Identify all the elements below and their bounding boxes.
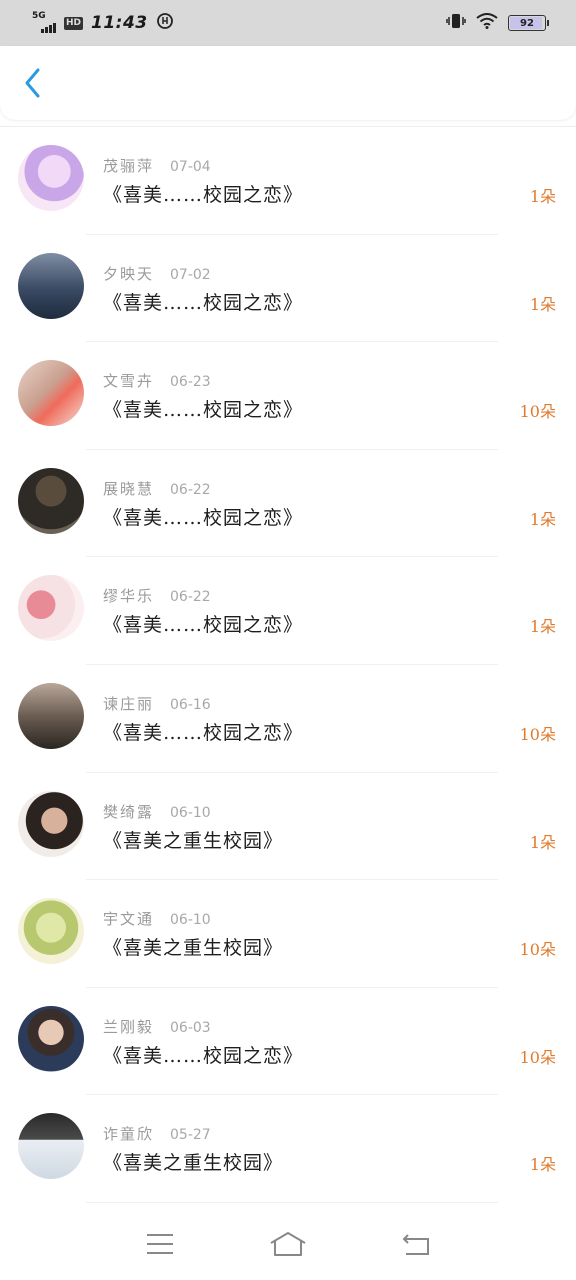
avatar[interactable] <box>18 360 84 427</box>
return-icon <box>402 1234 429 1255</box>
divider <box>86 1201 498 1203</box>
avatar[interactable] <box>18 467 84 534</box>
list-item[interactable]: 兰刚毅 06-03 《喜美……校园之恋》 10朵 <box>0 988 576 1096</box>
cellular-signal-icon: 5G <box>32 11 56 33</box>
list-item[interactable]: 谏庄丽 06-16 《喜美……校园之恋》 10朵 <box>0 665 576 773</box>
menu-button[interactable] <box>135 1224 185 1264</box>
book-title[interactable]: 《喜美……校园之恋》 <box>103 288 303 315</box>
book-title[interactable]: 《喜美之重生校园》 <box>103 826 283 853</box>
battery-icon: 92 <box>508 15 549 31</box>
avatar[interactable] <box>18 682 84 749</box>
avatar[interactable] <box>18 1005 84 1072</box>
book-title[interactable]: 《喜美……校园之恋》 <box>103 395 303 422</box>
list-item[interactable]: 缪华乐 06-22 《喜美……校园之恋》 1朵 <box>0 557 576 665</box>
list-item[interactable]: 夕映天 07-02 《喜美……校园之恋》 1朵 <box>0 235 576 343</box>
record-date: 06-22 <box>170 481 211 498</box>
user-name: 茂骊萍 <box>103 157 155 175</box>
avatar[interactable] <box>18 145 84 211</box>
flower-count: 10朵 <box>519 940 556 960</box>
book-title[interactable]: 《喜美之重生校园》 <box>103 933 283 960</box>
vibrate-icon <box>446 13 466 33</box>
user-meta: 宇文通 06-10 <box>103 908 211 929</box>
list-item[interactable]: 宇文通 06-10 《喜美之重生校园》 10朵 <box>0 880 576 988</box>
back-button[interactable] <box>10 60 56 106</box>
network-type: 5G <box>32 11 46 21</box>
record-date: 06-16 <box>170 696 211 713</box>
user-name: 宇文通 <box>103 910 155 929</box>
book-title[interactable]: 《喜美……校园之恋》 <box>103 180 303 207</box>
user-meta: 夕映天 07-02 <box>103 263 211 284</box>
avatar[interactable] <box>18 790 84 857</box>
user-name: 诈童欣 <box>103 1125 155 1144</box>
avatar[interactable] <box>18 575 84 642</box>
record-date: 05-27 <box>170 1127 211 1144</box>
user-meta: 文雪卉 06-23 <box>103 370 211 391</box>
user-name: 樊绮露 <box>103 802 155 821</box>
record-date: 07-02 <box>170 266 211 283</box>
list-item[interactable]: 诈童欣 05-27 《喜美之重生校园》 1朵 <box>0 1095 576 1203</box>
user-meta: 缪华乐 06-22 <box>103 585 211 606</box>
book-title[interactable]: 《喜美……校园之恋》 <box>103 718 303 745</box>
user-meta: 茂骊萍 07-04 <box>103 155 211 176</box>
user-name: 兰刚毅 <box>103 1017 155 1036</box>
user-name: 谏庄丽 <box>103 694 155 713</box>
flower-count: 1朵 <box>529 294 556 314</box>
battery-level: 92 <box>520 17 534 29</box>
status-time: 11:43 <box>91 13 148 33</box>
book-title[interactable]: 《喜美……校园之恋》 <box>103 503 303 530</box>
user-name: 展晓慧 <box>103 479 155 498</box>
flower-count: 10朵 <box>519 724 556 744</box>
avatar[interactable] <box>18 898 84 965</box>
flower-count: 1朵 <box>529 617 556 637</box>
list-item[interactable]: 茂骊萍 07-04 《喜美……校园之恋》 1朵 <box>0 127 576 235</box>
notification-icon <box>156 12 174 34</box>
record-date: 07-04 <box>170 159 211 175</box>
record-date: 06-10 <box>170 912 211 929</box>
status-bar: 5G HD 11:43 92 <box>0 0 576 46</box>
user-meta: 樊绮露 06-10 <box>103 801 211 822</box>
book-title[interactable]: 《喜美……校园之恋》 <box>103 1041 303 1068</box>
home-button[interactable] <box>263 1224 313 1264</box>
list-item[interactable]: 樊绮露 06-10 《喜美之重生校园》 1朵 <box>0 773 576 881</box>
flower-count: 1朵 <box>529 187 556 206</box>
menu-icon <box>147 1234 173 1254</box>
header <box>0 46 576 120</box>
hd-badge: HD <box>64 16 84 30</box>
book-title[interactable]: 《喜美……校园之恋》 <box>103 610 303 637</box>
wifi-icon <box>476 13 498 33</box>
user-name: 文雪卉 <box>103 372 155 391</box>
flower-count: 1朵 <box>529 509 556 529</box>
gift-record-list: 茂骊萍 07-04 《喜美……校园之恋》 1朵 夕映天 07-02 《喜美……校… <box>0 126 576 1203</box>
record-date: 06-10 <box>170 804 211 821</box>
avatar[interactable] <box>18 252 84 319</box>
user-meta: 兰刚毅 06-03 <box>103 1016 211 1037</box>
system-nav-bar <box>0 1208 576 1280</box>
user-meta: 展晓慧 06-22 <box>103 478 211 499</box>
record-date: 06-03 <box>170 1019 211 1036</box>
chevron-left-icon <box>25 68 40 98</box>
avatar[interactable] <box>18 1113 84 1180</box>
flower-count: 1朵 <box>529 1155 556 1175</box>
user-name: 夕映天 <box>103 264 155 283</box>
flower-count: 10朵 <box>519 1047 556 1067</box>
user-name: 缪华乐 <box>103 587 155 606</box>
record-date: 06-23 <box>170 374 211 391</box>
flower-count: 10朵 <box>519 402 556 422</box>
list-item[interactable]: 文雪卉 06-23 《喜美……校园之恋》 10朵 <box>0 342 576 450</box>
home-icon <box>270 1232 306 1256</box>
list-item[interactable]: 展晓慧 06-22 《喜美……校园之恋》 1朵 <box>0 450 576 558</box>
back-nav-button[interactable] <box>391 1224 441 1264</box>
flower-count: 1朵 <box>529 832 556 852</box>
record-date: 06-22 <box>170 589 211 606</box>
user-meta: 诈童欣 05-27 <box>103 1123 211 1144</box>
user-meta: 谏庄丽 06-16 <box>103 693 211 714</box>
book-title[interactable]: 《喜美之重生校园》 <box>103 1148 283 1175</box>
